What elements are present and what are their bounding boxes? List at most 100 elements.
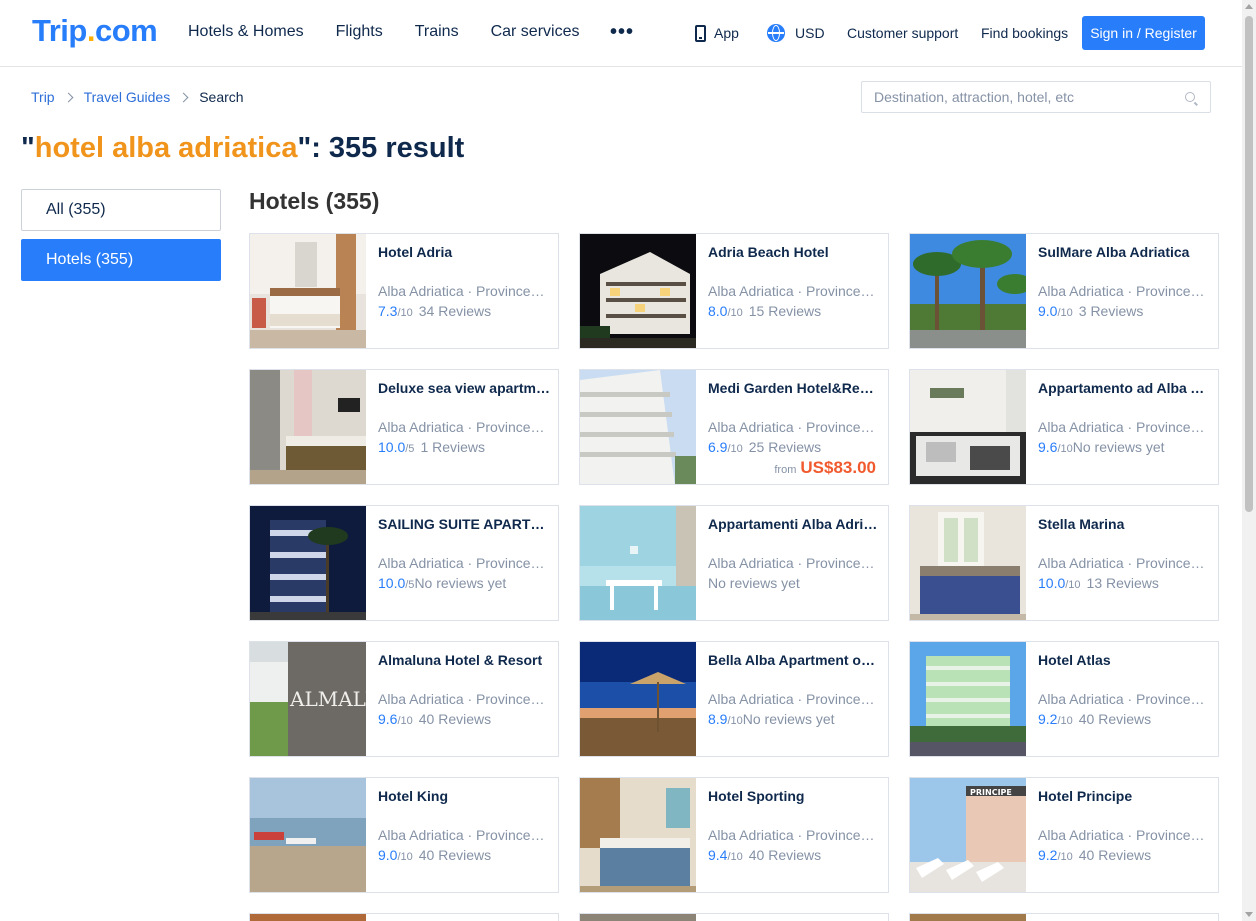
- top-header: Trip.com Hotels & Homes Flights Trains C…: [0, 0, 1242, 67]
- nav-trains[interactable]: Trains: [415, 22, 459, 42]
- rating-score: 9.4: [708, 847, 728, 863]
- hotel-card[interactable]: Appartamenti Alba Adriatica Alba Adriati…: [579, 505, 889, 621]
- rating-scale: /10: [1057, 307, 1073, 319]
- hotel-rating: 7.3/10 34 Reviews: [378, 303, 558, 322]
- hotel-card[interactable]: PRINCIPE Hotel Principe Alba Adriatica ·…: [909, 777, 1219, 893]
- principe-sign-text: PRINCIPE: [970, 788, 1012, 797]
- rating-scale: /5: [405, 443, 415, 455]
- logo-dot: .: [86, 13, 96, 48]
- hotel-name[interactable]: Adria Beach Hotel: [708, 244, 880, 261]
- hotel-card[interactable]: Deluxe sea view apartment Alba Adriatica…: [249, 369, 559, 485]
- rating-score: 10.0: [378, 575, 406, 591]
- filter-all-button[interactable]: All (355): [21, 189, 221, 231]
- rating-score: 9.2: [1038, 847, 1058, 863]
- search-icon[interactable]: [1185, 92, 1195, 102]
- hotel-rating: 9.0/10 40 Reviews: [378, 847, 558, 866]
- hotel-name[interactable]: SulMare Alba Adriatica: [1038, 244, 1210, 261]
- scrollbar-thumb[interactable]: [1245, 16, 1253, 512]
- hotel-name[interactable]: Hotel Principe: [1038, 788, 1210, 805]
- hotel-card[interactable]: SAILING SUITE APARTMENTS Alba Adriatica …: [249, 505, 559, 621]
- scroll-down-icon[interactable]: [1245, 912, 1253, 917]
- hotel-name[interactable]: Almaluna Hotel & Resort: [378, 652, 550, 669]
- hotel-card[interactable]: ALMALUN Almaluna Hotel & Resort Alba Adr…: [249, 641, 559, 757]
- trip-logo[interactable]: Trip.com: [32, 13, 158, 49]
- hotel-card[interactable]: Hotel Adria Alba Adriatica · Province of…: [249, 233, 559, 349]
- hotel-rating: 6.9/10 25 Reviews: [708, 439, 888, 458]
- breadcrumb-trip[interactable]: Trip: [31, 89, 55, 105]
- rating-score: 9.6: [378, 711, 398, 727]
- hotel-name[interactable]: Hotel Adria: [378, 244, 550, 261]
- rating-score: 9.2: [1038, 711, 1058, 727]
- hotel-photo: [910, 914, 1026, 921]
- hotel-card-partial[interactable]: [579, 913, 889, 921]
- breadcrumb: Trip Travel Guides Search: [31, 89, 244, 105]
- hotel-name[interactable]: Hotel King: [378, 788, 550, 805]
- hotel-name[interactable]: Bella Alba Apartment on the beach: [708, 652, 880, 669]
- review-count: 25 Reviews: [748, 439, 822, 455]
- hotel-location: Alba Adriatica · Province of Teramo: [708, 283, 876, 299]
- rating-score: 7.3: [378, 303, 398, 319]
- app-label: App: [714, 25, 739, 41]
- hotel-card[interactable]: SulMare Alba Adriatica Alba Adriatica · …: [909, 233, 1219, 349]
- page-scrollbar[interactable]: [1242, 0, 1256, 921]
- almaluna-sign-text: ALMALUN: [289, 687, 366, 711]
- find-bookings-link[interactable]: Find bookings: [981, 24, 1068, 42]
- hotel-name[interactable]: Deluxe sea view apartment: [378, 380, 550, 397]
- review-count: No reviews yet: [742, 711, 835, 727]
- rating-scale: /10: [727, 443, 743, 455]
- rating-scale: /10: [397, 307, 413, 319]
- hotel-rating: 10.0/5 1 Reviews: [378, 439, 558, 458]
- hotel-name[interactable]: Medi Garden Hotel&Resort: [708, 380, 880, 397]
- rating-scale: /10: [1057, 443, 1073, 455]
- rating-score: 9.0: [1038, 303, 1058, 319]
- review-count: 40 Reviews: [1078, 847, 1152, 863]
- price-from-label: from: [774, 464, 797, 476]
- hotel-card[interactable]: Hotel Sporting Alba Adriatica · Province…: [579, 777, 889, 893]
- nav-car-services[interactable]: Car services: [491, 22, 580, 42]
- review-count: 40 Reviews: [418, 847, 492, 863]
- hotel-card[interactable]: Medi Garden Hotel&Resort Alba Adriatica …: [579, 369, 889, 485]
- review-count: No reviews yet: [414, 575, 507, 591]
- hotel-rating: 9.6/10No reviews yet: [1038, 439, 1218, 458]
- hotel-card[interactable]: Adria Beach Hotel Alba Adriatica · Provi…: [579, 233, 889, 349]
- section-title: Hotels (355): [249, 188, 380, 214]
- filter-hotels-button[interactable]: Hotels (355): [21, 239, 221, 281]
- hotel-name[interactable]: Appartamento ad Alba Adriatica: [1038, 380, 1210, 397]
- more-menu-icon[interactable]: •••: [610, 22, 634, 42]
- hotel-name[interactable]: SAILING SUITE APARTMENTS: [378, 516, 550, 533]
- hotel-location: Alba Adriatica · Province of Teramo: [378, 555, 546, 571]
- app-link[interactable]: App: [695, 24, 739, 42]
- hotel-card[interactable]: Hotel King Alba Adriatica · Province of …: [249, 777, 559, 893]
- nav-flights[interactable]: Flights: [336, 22, 383, 42]
- scroll-up-icon[interactable]: [1245, 4, 1253, 9]
- review-count: 40 Reviews: [748, 847, 822, 863]
- hotel-name[interactable]: Stella Marina: [1038, 516, 1210, 533]
- rating-scale: /10: [727, 715, 743, 727]
- currency-label: USD: [795, 25, 825, 41]
- rating-score: 6.9: [708, 439, 728, 455]
- hotel-card[interactable]: Stella Marina Alba Adriatica · Province …: [909, 505, 1219, 621]
- review-count: 13 Reviews: [1086, 575, 1159, 591]
- price-value: US$83.00: [800, 458, 876, 477]
- search-input[interactable]: [862, 82, 1162, 112]
- hotel-card[interactable]: Appartamento ad Alba Adriatica Alba Adri…: [909, 369, 1219, 485]
- sign-in-register-button[interactable]: Sign in / Register: [1082, 16, 1205, 50]
- hotel-name[interactable]: Hotel Sporting: [708, 788, 880, 805]
- hotel-card-partial[interactable]: [909, 913, 1219, 921]
- hotel-card[interactable]: Bella Alba Apartment on the beach Alba A…: [579, 641, 889, 757]
- search-query: hotel alba adriatica: [34, 132, 298, 164]
- review-count: 1 Reviews: [420, 439, 486, 455]
- review-count: 15 Reviews: [748, 303, 822, 319]
- currency-selector[interactable]: USD: [767, 24, 825, 42]
- breadcrumb-travel-guides[interactable]: Travel Guides: [84, 89, 171, 105]
- hotel-card[interactable]: Hotel Atlas Alba Adriatica · Province of…: [909, 641, 1219, 757]
- hotel-name[interactable]: Hotel Atlas: [1038, 652, 1210, 669]
- customer-support-link[interactable]: Customer support: [847, 24, 958, 42]
- rating-scale: /10: [727, 307, 743, 319]
- rating-scale: /10: [397, 715, 413, 727]
- quote-open: ": [21, 132, 35, 164]
- hotel-card-partial[interactable]: [249, 913, 559, 921]
- nav-hotels-homes[interactable]: Hotels & Homes: [188, 22, 304, 42]
- hotel-name[interactable]: Appartamenti Alba Adriatica: [708, 516, 880, 533]
- review-count: 40 Reviews: [1078, 711, 1152, 727]
